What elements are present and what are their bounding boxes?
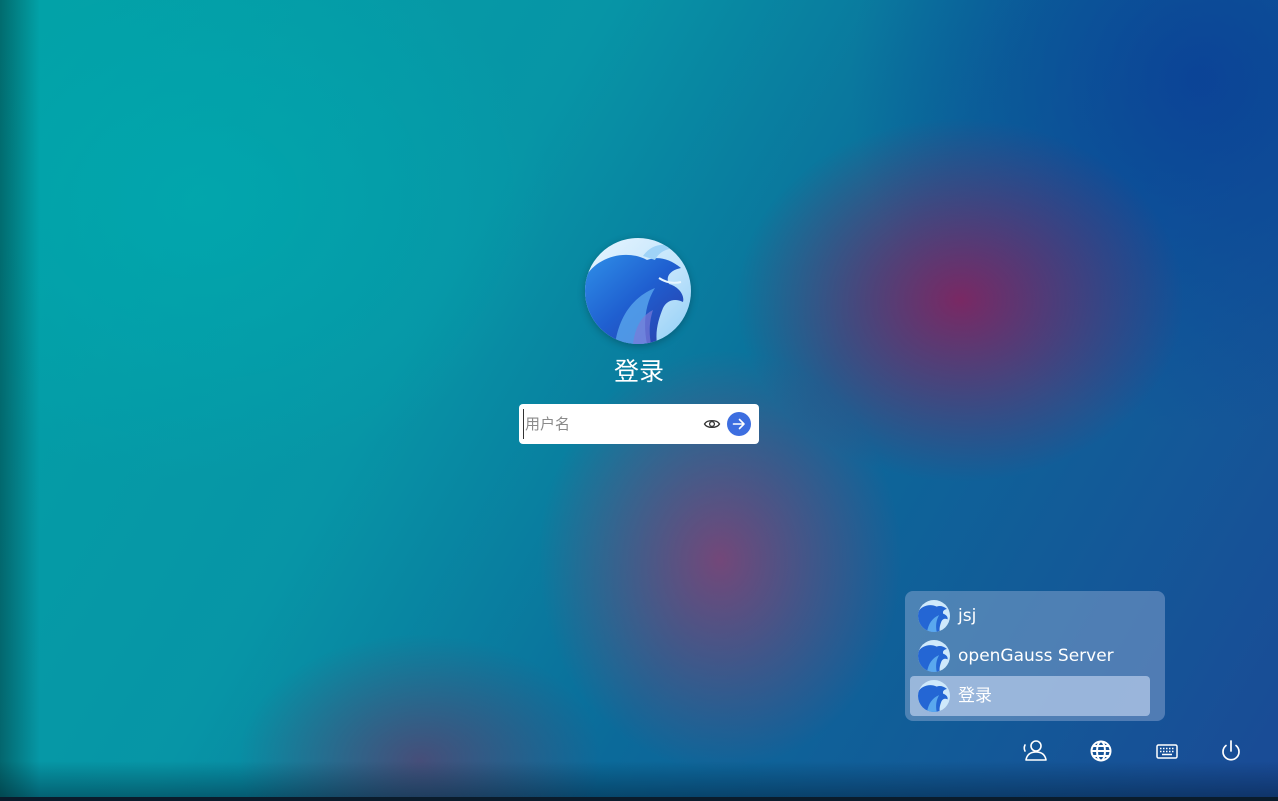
user-avatar-small — [918, 680, 950, 712]
user-avatar — [585, 238, 691, 344]
user-list-item-selected[interactable]: 登录 — [910, 676, 1150, 716]
login-title: 登录 — [613, 357, 664, 386]
globe-icon[interactable] — [1086, 736, 1116, 766]
switch-user-icon[interactable] — [1020, 736, 1050, 766]
user-name: jsj — [958, 606, 977, 626]
user-list-item[interactable]: jsj — [910, 596, 1150, 636]
user-avatar-small — [918, 600, 950, 632]
user-name: 登录 — [958, 686, 992, 706]
user-list-item[interactable]: openGauss Server — [910, 636, 1150, 676]
power-icon[interactable] — [1216, 736, 1246, 766]
login-screen: 登录 jsj — [0, 0, 1278, 801]
dragon-logo-icon — [585, 238, 691, 344]
arrow-right-icon — [732, 418, 745, 430]
user-name: openGauss Server — [958, 646, 1114, 666]
username-field-container — [519, 404, 759, 444]
eye-icon[interactable] — [703, 415, 721, 433]
user-avatar-small — [918, 640, 950, 672]
user-list-panel: jsj openGauss Server 登录 — [905, 591, 1165, 721]
bottom-edge — [0, 797, 1278, 801]
login-submit-button[interactable] — [727, 412, 751, 436]
keyboard-icon[interactable] — [1152, 736, 1182, 766]
username-input[interactable] — [523, 409, 695, 439]
